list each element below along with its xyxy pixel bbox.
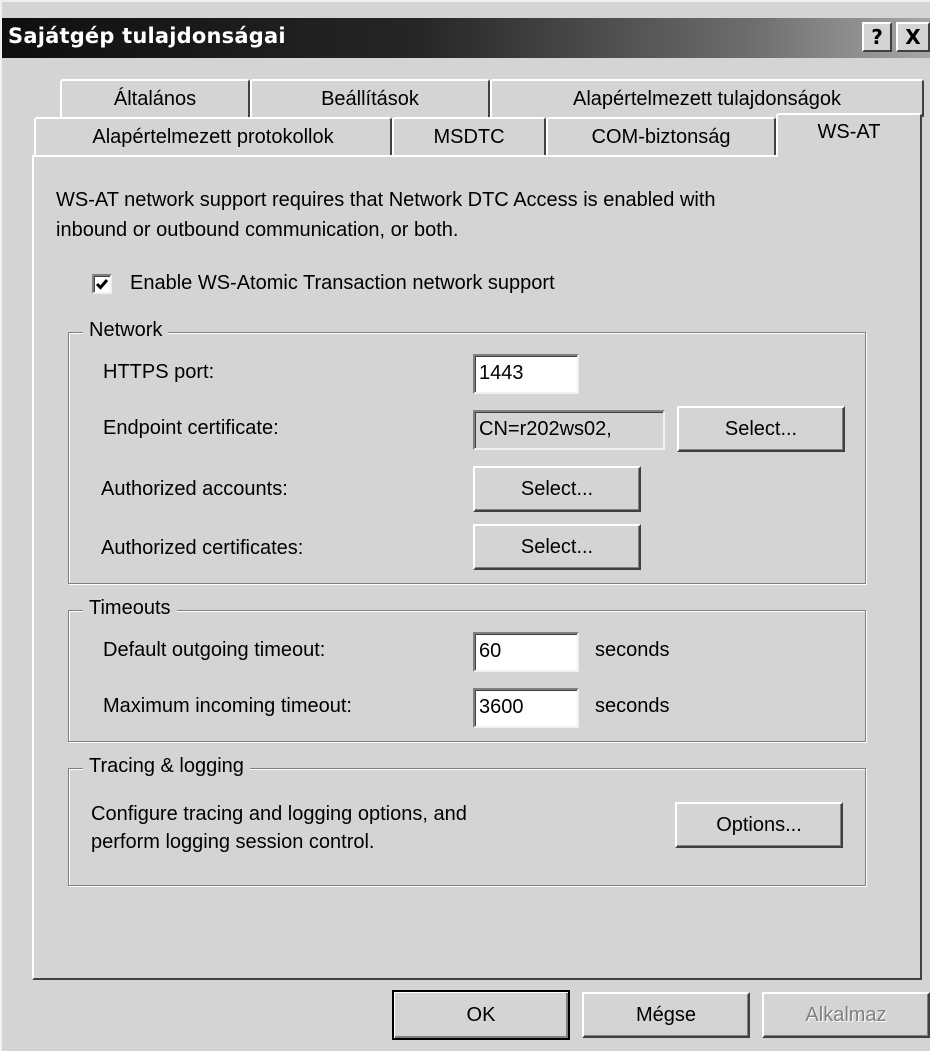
tab-label: Alapértelmezett protokollok <box>92 125 334 148</box>
network-group: Network HTTPS port: 1443 Endpoint certif… <box>68 319 866 584</box>
timeouts-legend: Timeouts <box>83 597 177 620</box>
window-title: Sajátgép tulajdonságai <box>8 24 286 48</box>
authorized-certificates-select-button[interactable]: Select... <box>473 524 641 570</box>
incoming-timeout-input[interactable]: 3600 <box>473 688 579 728</box>
button-label: Mégse <box>635 1003 697 1026</box>
cancel-button[interactable]: Mégse <box>582 992 750 1038</box>
tab-altalanos[interactable]: Általános <box>60 79 250 117</box>
button-label: Select... <box>520 535 594 558</box>
button-label: OK <box>466 1003 496 1026</box>
tab-label: COM-biztonság <box>591 125 731 148</box>
close-button[interactable]: X <box>896 22 930 52</box>
tab-beallitasok[interactable]: Beállítások <box>250 79 490 117</box>
endpoint-certificate-value: CN=r202ws02, <box>479 418 612 440</box>
enable-wsat-checkbox[interactable] <box>92 274 112 294</box>
network-legend: Network <box>83 319 169 342</box>
incoming-timeout-value: 3600 <box>479 696 524 718</box>
https-port-label: HTTPS port: <box>103 361 215 383</box>
timeouts-group: Timeouts Default outgoing timeout: 60 se… <box>68 597 866 742</box>
ok-button[interactable]: OK <box>392 990 570 1040</box>
intro-text-line1: WS-AT network support requires that Netw… <box>56 189 716 211</box>
incoming-timeout-unit: seconds <box>595 695 670 717</box>
intro-text-line2: inbound or outbound communication, or bo… <box>56 219 459 241</box>
button-label: Select... <box>724 417 798 440</box>
tab-label: Alapértelmezett tulajdonságok <box>573 87 841 110</box>
button-label: Select... <box>520 477 594 500</box>
tab-label: MSDTC <box>433 125 505 148</box>
enable-wsat-label[interactable]: Enable WS-Atomic Transaction network sup… <box>130 272 555 295</box>
tab-label: Általános <box>113 87 197 110</box>
https-port-input[interactable]: 1443 <box>473 354 579 394</box>
tracing-logging-group: Tracing & logging Configure tracing and … <box>68 755 866 886</box>
title-bar[interactable]: Sajátgép tulajdonságai ? X <box>2 18 930 58</box>
help-button[interactable]: ? <box>862 22 892 52</box>
tracing-description-line1: Configure tracing and logging options, a… <box>91 803 467 825</box>
tab-ws-at[interactable]: WS-AT <box>776 113 922 157</box>
authorized-accounts-label: Authorized accounts: <box>101 478 288 500</box>
close-icon: X <box>905 25 921 49</box>
tab-alapertelmezett-protokollok[interactable]: Alapértelmezett protokollok <box>34 117 392 155</box>
button-label: Options... <box>716 813 802 836</box>
authorized-accounts-select-button[interactable]: Select... <box>473 466 641 512</box>
tab-com-biztonsag[interactable]: COM-biztonság <box>546 117 776 155</box>
tab-label: WS-AT <box>817 121 881 143</box>
properties-dialog: Sajátgép tulajdonságai ? X Általános Beá… <box>0 0 930 1051</box>
endpoint-certificate-field[interactable]: CN=r202ws02, <box>473 410 665 450</box>
outgoing-timeout-unit: seconds <box>595 639 670 661</box>
outgoing-timeout-value: 60 <box>479 640 502 662</box>
endpoint-certificate-label: Endpoint certificate: <box>103 417 279 439</box>
button-label: Alkalmaz <box>805 1003 887 1026</box>
help-icon: ? <box>871 25 883 49</box>
tracing-logging-legend: Tracing & logging <box>83 755 250 778</box>
endpoint-certificate-select-button[interactable]: Select... <box>677 406 845 452</box>
incoming-timeout-label: Maximum incoming timeout: <box>103 695 352 717</box>
outgoing-timeout-input[interactable]: 60 <box>473 632 579 672</box>
apply-button[interactable]: Alkalmaz <box>762 992 930 1038</box>
tab-label: Beállítások <box>321 87 419 110</box>
authorized-certificates-label: Authorized certificates: <box>101 537 304 559</box>
outgoing-timeout-label: Default outgoing timeout: <box>103 639 326 661</box>
tracing-description-line2: perform logging session control. <box>91 831 375 853</box>
ws-at-panel: WS-AT network support requires that Netw… <box>32 155 922 980</box>
checkmark-icon <box>95 279 109 290</box>
tracing-options-button[interactable]: Options... <box>675 802 843 848</box>
tab-alapertelmezett-tulajdonsagok[interactable]: Alapértelmezett tulajdonságok <box>490 79 924 117</box>
https-port-value: 1443 <box>479 362 524 384</box>
tab-msdtc[interactable]: MSDTC <box>392 117 546 155</box>
